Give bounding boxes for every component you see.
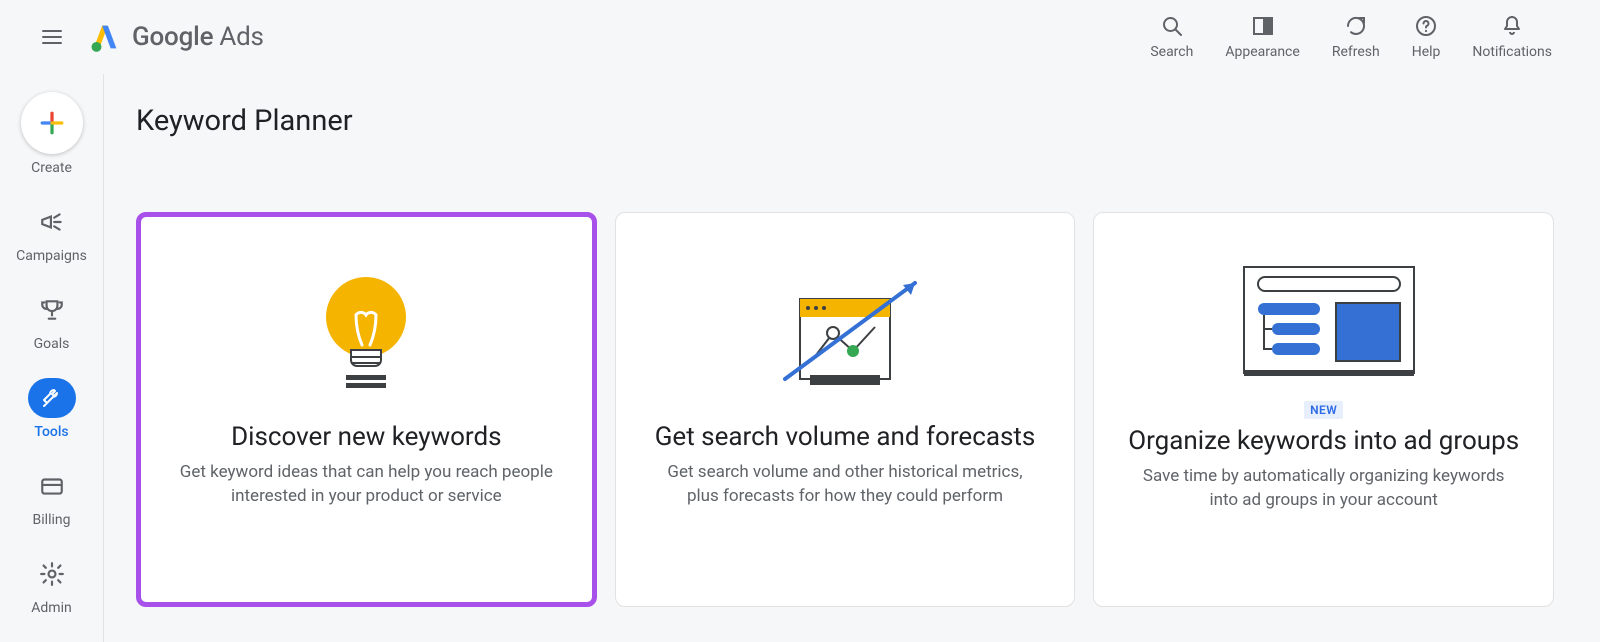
lightbulb-illustration bbox=[316, 271, 416, 397]
card-forecasts-desc: Get search volume and other historical m… bbox=[655, 460, 1035, 509]
brand-ads: Ads bbox=[219, 22, 263, 52]
nav-goals[interactable]: Goals bbox=[28, 290, 76, 352]
refresh-icon bbox=[1344, 14, 1368, 38]
product-logo[interactable]: Google Ads bbox=[88, 20, 264, 54]
left-nav: Create Campaigns Goals Tools Billing bbox=[0, 74, 104, 642]
header-refresh-button[interactable]: Refresh bbox=[1332, 14, 1380, 60]
nav-tools[interactable]: Tools bbox=[28, 378, 76, 440]
help-icon bbox=[1414, 14, 1438, 38]
nav-goals-label: Goals bbox=[34, 336, 70, 352]
nav-campaigns[interactable]: Campaigns bbox=[16, 202, 87, 264]
plus-icon bbox=[39, 110, 65, 136]
product-name: Google Ads bbox=[132, 22, 264, 52]
appearance-icon bbox=[1251, 14, 1275, 38]
header-search-label: Search bbox=[1150, 44, 1193, 60]
header-actions: Search Appearance Refresh Help Notificat… bbox=[1150, 14, 1588, 60]
header-refresh-label: Refresh bbox=[1332, 44, 1380, 60]
card-forecasts-title: Get search volume and forecasts bbox=[655, 421, 1036, 454]
card-organize-desc: Save time by automatically organizing ke… bbox=[1134, 464, 1514, 513]
chart-arrow-icon bbox=[755, 267, 935, 397]
header-help-label: Help bbox=[1412, 44, 1441, 60]
header-notifications-label: Notifications bbox=[1472, 44, 1552, 60]
nav-billing-label: Billing bbox=[33, 512, 71, 528]
main-content: Keyword Planner Discover new keywords bbox=[104, 74, 1600, 642]
header-notifications-button[interactable]: Notifications bbox=[1472, 14, 1552, 60]
header-help-button[interactable]: Help bbox=[1412, 14, 1441, 60]
nav-create[interactable]: Create bbox=[21, 92, 83, 176]
tools-icon bbox=[40, 386, 64, 410]
card-discover-keywords[interactable]: Discover new keywords Get keyword ideas … bbox=[136, 212, 597, 607]
hamburger-icon bbox=[40, 25, 64, 49]
card-row: Discover new keywords Get keyword ideas … bbox=[136, 212, 1554, 607]
app-body: Create Campaigns Goals Tools Billing bbox=[0, 74, 1600, 642]
card-discover-desc: Get keyword ideas that can help you reac… bbox=[176, 460, 556, 509]
brand-google: Google bbox=[132, 22, 213, 52]
nav-admin-label: Admin bbox=[31, 600, 71, 616]
app-header: Google Ads Search Appearance Refresh Hel… bbox=[0, 0, 1600, 74]
header-appearance-label: Appearance bbox=[1225, 44, 1299, 60]
bell-icon bbox=[1500, 14, 1524, 38]
lightbulb-icon bbox=[316, 267, 416, 397]
create-fab[interactable] bbox=[21, 92, 83, 154]
gear-icon bbox=[39, 561, 65, 587]
forecast-illustration bbox=[755, 271, 935, 397]
header-appearance-button[interactable]: Appearance bbox=[1225, 14, 1299, 60]
organize-illustration bbox=[1214, 255, 1434, 381]
search-icon bbox=[1160, 14, 1184, 38]
card-organize-badge-wrap: NEW bbox=[1304, 399, 1343, 423]
main-menu-button[interactable] bbox=[30, 15, 74, 59]
megaphone-icon bbox=[39, 209, 65, 235]
page-title: Keyword Planner bbox=[136, 104, 1554, 138]
header-search-button[interactable]: Search bbox=[1150, 14, 1193, 60]
new-badge: NEW bbox=[1304, 401, 1343, 419]
card-search-volume-forecasts[interactable]: Get search volume and forecasts Get sear… bbox=[615, 212, 1076, 607]
adgroups-icon bbox=[1214, 251, 1434, 381]
card-organize-title: Organize keywords into ad groups bbox=[1128, 425, 1519, 458]
nav-admin[interactable]: Admin bbox=[28, 554, 76, 616]
nav-create-label: Create bbox=[31, 160, 72, 176]
trophy-icon bbox=[39, 297, 65, 323]
credit-card-icon bbox=[39, 473, 65, 499]
nav-tools-label: Tools bbox=[34, 424, 68, 440]
card-organize-keywords[interactable]: NEW Organize keywords into ad groups Sav… bbox=[1093, 212, 1554, 607]
nav-campaigns-label: Campaigns bbox=[16, 248, 87, 264]
nav-billing[interactable]: Billing bbox=[28, 466, 76, 528]
card-discover-title: Discover new keywords bbox=[231, 421, 502, 454]
google-ads-logo-icon bbox=[88, 20, 122, 54]
